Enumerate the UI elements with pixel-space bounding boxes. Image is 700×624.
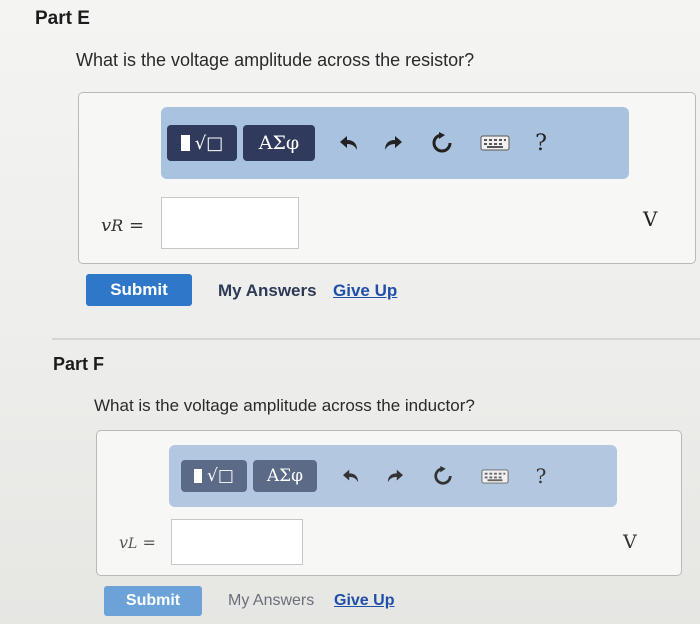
equals-sign: =	[128, 215, 145, 236]
greek-symbols-button[interactable]: ΑΣφ	[253, 460, 317, 492]
var-subscript: R	[111, 216, 124, 235]
part-e-variable-label: vR =	[101, 215, 144, 236]
undo-icon[interactable]	[329, 460, 373, 492]
template-label: √□	[207, 466, 234, 486]
part-f-title: Part F	[53, 354, 105, 374]
part-e-question: What is the voltage amplitude across the…	[76, 50, 475, 70]
part-f-answer-input[interactable]	[171, 519, 303, 565]
template-button[interactable]: √□	[167, 125, 237, 161]
template-icon	[180, 135, 190, 151]
keyboard-icon[interactable]	[469, 125, 521, 161]
help-button[interactable]: ?	[521, 460, 561, 492]
part-f-unit: V	[623, 531, 637, 553]
template-label: √□	[194, 132, 224, 154]
part-e-answer-input[interactable]	[161, 197, 299, 249]
section-divider	[52, 338, 700, 340]
part-e-submit-button[interactable]: Submit	[86, 274, 192, 306]
part-f-answer-box: √□ ΑΣφ ? vL = V	[96, 430, 682, 576]
template-button[interactable]: √□	[181, 460, 247, 492]
part-e-my-answers-link[interactable]: My Answers	[218, 281, 317, 301]
var-symbol: v	[119, 533, 129, 552]
part-f-my-answers-link[interactable]: My Answers	[228, 592, 314, 610]
var-subscript: L	[128, 536, 138, 552]
keyboard-icon[interactable]	[469, 460, 521, 492]
equals-sign: =	[142, 533, 156, 552]
part-f-submit-button[interactable]: Submit	[104, 586, 202, 616]
help-button[interactable]: ?	[521, 125, 561, 161]
part-e-answer-box: √□ ΑΣφ ? vR = V	[78, 92, 696, 264]
undo-icon[interactable]	[327, 125, 371, 161]
redo-icon[interactable]	[371, 125, 415, 161]
part-f-variable-label: vL =	[119, 533, 156, 552]
greek-symbols-button[interactable]: ΑΣφ	[243, 125, 315, 161]
part-f-give-up-link[interactable]: Give Up	[334, 592, 394, 610]
reset-icon[interactable]	[417, 460, 469, 492]
part-e-give-up-link[interactable]: Give Up	[333, 281, 397, 301]
part-f-question: What is the voltage amplitude across the…	[94, 396, 475, 415]
reset-icon[interactable]	[415, 125, 469, 161]
part-e-title: Part E	[35, 8, 90, 29]
template-icon	[194, 469, 203, 483]
part-f-math-toolbar: √□ ΑΣφ ?	[169, 445, 617, 507]
part-e-math-toolbar: √□ ΑΣφ ?	[161, 107, 629, 179]
part-e-unit: V	[643, 207, 658, 231]
redo-icon[interactable]	[373, 460, 417, 492]
var-symbol: v	[101, 215, 112, 236]
